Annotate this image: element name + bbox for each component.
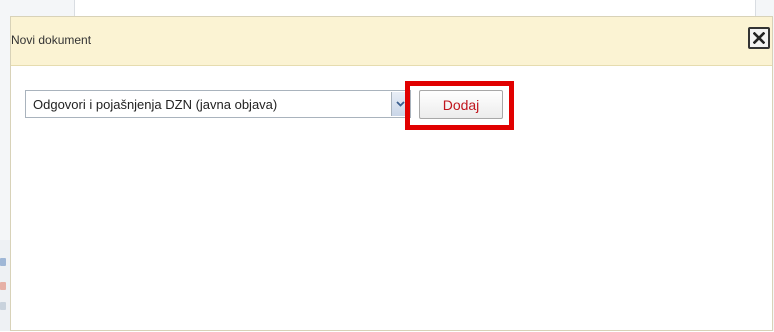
- background-fragment-icon: [0, 258, 6, 266]
- chevron-down-icon: [396, 101, 405, 107]
- background-fragment-icon: [0, 302, 6, 310]
- document-type-select[interactable]: Odgovori i pojašnjenja DZN (javna objava…: [25, 90, 411, 118]
- dialog-body: Odgovori i pojašnjenja DZN (javna objava…: [11, 66, 772, 332]
- document-type-selected-value: Odgovori i pojašnjenja DZN (javna objava…: [33, 97, 278, 112]
- dialog-header: Novi dokument: [11, 17, 772, 66]
- background-content-strip: [74, 0, 756, 16]
- background-fragment-icon: [0, 282, 6, 290]
- new-document-dialog: Novi dokument Odgovori i pojašnjenja DZN…: [10, 16, 773, 331]
- dialog-title: Novi dokument: [11, 33, 92, 47]
- add-button[interactable]: Dodaj: [419, 90, 503, 119]
- close-button[interactable]: [748, 27, 770, 49]
- background-left-edge: [0, 240, 10, 331]
- close-x-icon: [753, 32, 765, 44]
